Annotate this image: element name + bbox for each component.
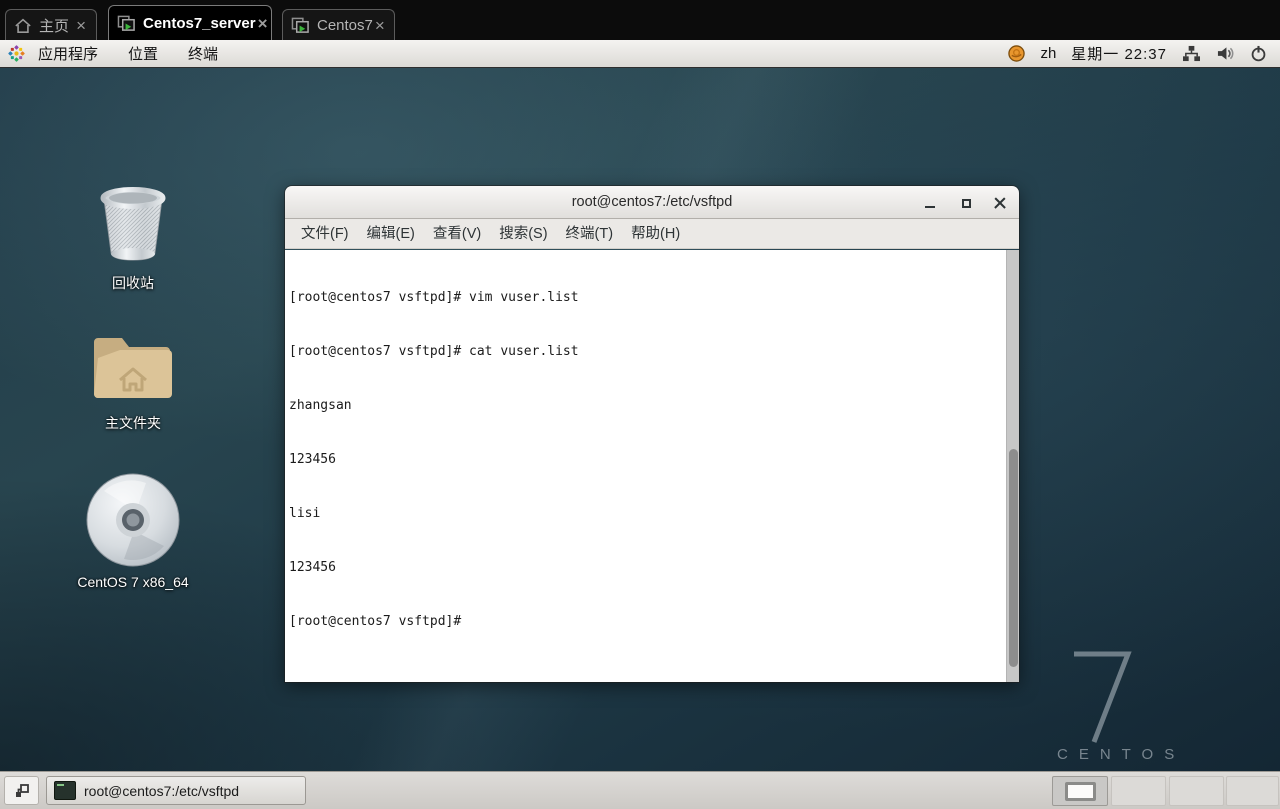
network-icon[interactable] (1182, 45, 1201, 62)
power-icon[interactable] (1250, 45, 1267, 62)
tab-label: 主页 (39, 15, 69, 36)
minimize-icon (925, 206, 935, 208)
show-desktop-icon (14, 783, 30, 799)
workspace-1[interactable] (1052, 776, 1108, 806)
close-icon (994, 197, 1006, 209)
desktop-icon-label: 主文件夹 (105, 413, 161, 433)
workspace-3[interactable] (1169, 776, 1224, 806)
menu-terminal[interactable]: 终端(T) (557, 219, 623, 249)
input-method-indicator[interactable]: zh (1040, 45, 1056, 62)
centos-watermark-text: CENTOS (1057, 746, 1185, 763)
terminal-content[interactable]: [root@centos7 vsftpd]# vim vuser.list [r… (285, 250, 1019, 682)
bottom-taskbar: root@centos7:/etc/vsftpd (0, 771, 1280, 809)
vm-console-icon (291, 17, 310, 34)
notification-app-icon[interactable] (1008, 45, 1025, 62)
trash-icon (98, 186, 168, 268)
terminal-app-icon (54, 781, 76, 800)
terminal-menubar: 文件(F) 编辑(E) 查看(V) 搜索(S) 终端(T) 帮助(H) (285, 219, 1019, 249)
desktop-icon-trash[interactable]: 回收站 (75, 186, 191, 293)
cd-icon (84, 471, 182, 569)
tab-home[interactable]: 主页 × (5, 9, 97, 40)
menu-places[interactable]: 位置 (124, 43, 162, 64)
terminal-line: lisi (289, 505, 1001, 523)
terminal-title: root@centos7:/etc/vsftpd (285, 186, 1019, 219)
close-button[interactable] (991, 194, 1009, 212)
tab-close-icon[interactable]: × (256, 15, 270, 32)
terminal-line: zhangsan (289, 397, 1001, 415)
terminal-line: 123456 (289, 451, 1001, 469)
desktop-icon-label: 回收站 (112, 273, 154, 293)
screen: 主页 × Centos7_server × Centos7 × (0, 0, 1280, 809)
tab-label: Centos7 (317, 17, 373, 34)
terminal-titlebar[interactable]: root@centos7:/etc/vsftpd (285, 186, 1019, 219)
minimize-button[interactable] (921, 194, 939, 212)
taskbar-window-button[interactable]: root@centos7:/etc/vsftpd (46, 776, 306, 805)
maximize-icon (962, 199, 971, 208)
tab-centos7[interactable]: Centos7 × (282, 9, 395, 40)
menu-file[interactable]: 文件(F) (292, 219, 358, 249)
show-desktop-button[interactable] (4, 776, 39, 805)
workspace-4[interactable] (1226, 776, 1279, 806)
menu-view[interactable]: 查看(V) (424, 219, 490, 249)
menu-terminal[interactable]: 终端 (184, 43, 222, 64)
applications-menu-icon (8, 45, 25, 62)
vm-tab-bar: 主页 × Centos7_server × Centos7 × (0, 0, 1280, 40)
home-folder-icon (90, 328, 176, 408)
desktop-icon-home-folder[interactable]: 主文件夹 (75, 328, 191, 433)
workspace-window-thumbnail (1065, 782, 1096, 801)
terminal-line: [root@centos7 vsftpd]# cat vuser.list (289, 343, 1001, 361)
terminal-line: 123456 (289, 559, 1001, 577)
terminal-window: root@centos7:/etc/vsftpd 文件(F) 编辑(E) 查看(… (285, 186, 1019, 682)
taskbar-window-label: root@centos7:/etc/vsftpd (84, 783, 239, 799)
gnome-top-panel: 应用程序 位置 终端 zh 星期一 22:37 (0, 40, 1280, 68)
menu-applications[interactable]: 应用程序 (34, 43, 102, 64)
home-icon (14, 17, 32, 34)
vm-console-icon (117, 15, 136, 32)
menu-edit[interactable]: 编辑(E) (358, 219, 424, 249)
scrollbar-thumb[interactable] (1009, 449, 1018, 667)
terminal-scrollbar[interactable] (1006, 250, 1019, 682)
maximize-button[interactable] (957, 194, 975, 212)
menu-search[interactable]: 搜索(S) (490, 219, 556, 249)
clock[interactable]: 星期一 22:37 (1071, 43, 1167, 64)
desktop-icon-cd[interactable]: CentOS 7 x86_64 (66, 471, 200, 590)
tab-centos7-server[interactable]: Centos7_server × (108, 5, 272, 40)
desktop-icon-label: CentOS 7 x86_64 (77, 574, 188, 590)
volume-icon[interactable] (1216, 45, 1235, 62)
terminal-line: [root@centos7 vsftpd]# (289, 613, 1001, 631)
tab-close-icon[interactable]: × (373, 17, 387, 34)
menu-help[interactable]: 帮助(H) (622, 219, 689, 249)
workspace-2[interactable] (1111, 776, 1166, 806)
terminal-line: [root@centos7 vsftpd]# vim vuser.list (289, 289, 1001, 307)
tab-close-icon[interactable]: × (74, 17, 88, 34)
centos-watermark-number (1070, 650, 1136, 746)
tab-label: Centos7_server (143, 15, 256, 32)
